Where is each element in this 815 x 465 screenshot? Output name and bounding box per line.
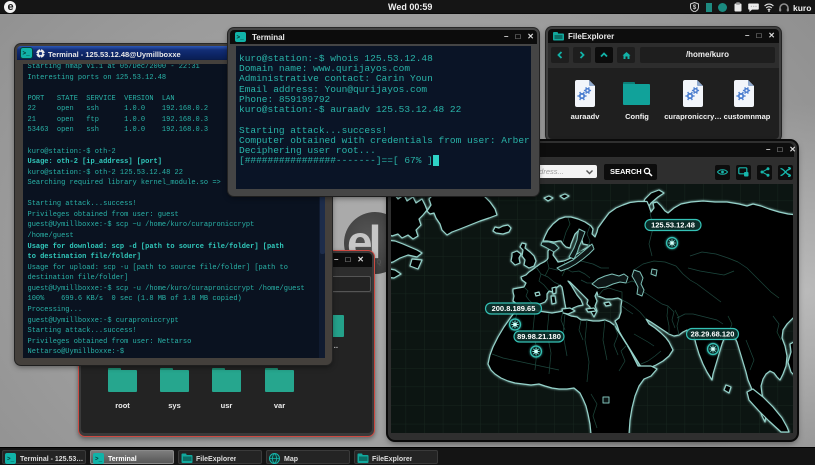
svg-text:$: $ [693,5,697,11]
svg-text:89.98.21.180: 89.98.21.180 [517,332,561,341]
svg-text:28.29.68.120: 28.29.68.120 [691,330,735,339]
svg-text:125.53.12.48: 125.53.12.48 [651,221,695,230]
svg-text:>_: >_ [95,455,103,462]
svg-text:200.8.189.65: 200.8.189.65 [492,304,536,313]
svg-text:>_: >_ [7,455,15,462]
